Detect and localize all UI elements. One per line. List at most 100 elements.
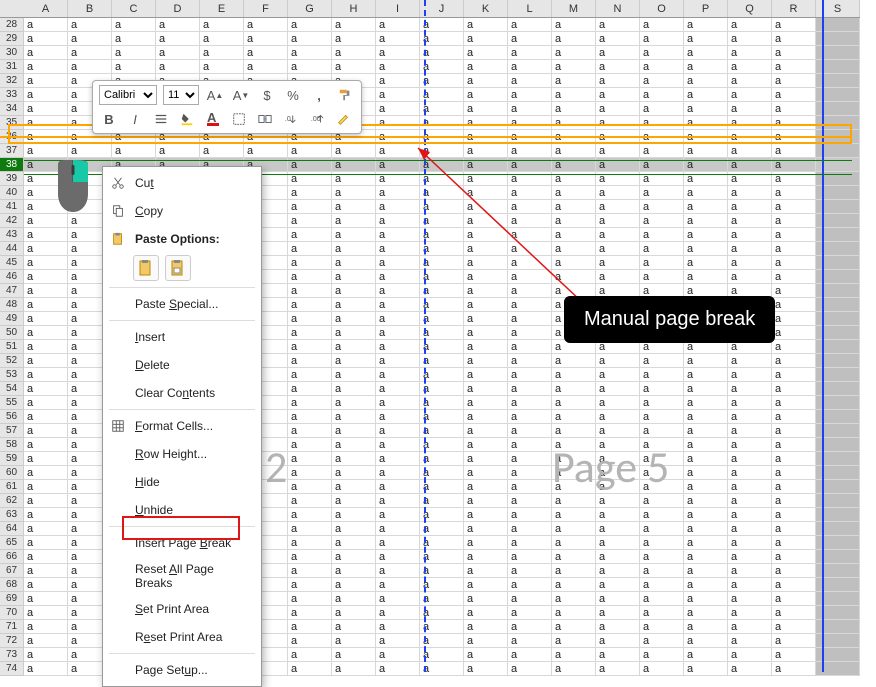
cell[interactable]: a (728, 410, 772, 424)
cell[interactable]: a (552, 256, 596, 270)
cell[interactable]: a (552, 634, 596, 648)
row-header[interactable]: 45 (0, 256, 24, 270)
cell[interactable]: a (552, 382, 596, 396)
cell[interactable]: a (772, 74, 816, 88)
cell[interactable]: a (596, 564, 640, 578)
cell[interactable]: a (376, 284, 420, 298)
cell[interactable]: a (596, 74, 640, 88)
cell[interactable]: a (112, 46, 156, 60)
cell[interactable]: a (332, 396, 376, 410)
cell[interactable]: a (508, 312, 552, 326)
cell[interactable]: a (728, 256, 772, 270)
cell[interactable]: a (376, 648, 420, 662)
cell[interactable]: a (376, 662, 420, 676)
row-header[interactable]: 50 (0, 326, 24, 340)
cell[interactable]: a (288, 634, 332, 648)
cell[interactable]: a (728, 270, 772, 284)
ctx-insert-page-break[interactable]: Insert Page Break (103, 529, 261, 557)
cell[interactable]: a (420, 634, 464, 648)
cell[interactable]: a (728, 522, 772, 536)
cell[interactable]: a (420, 102, 464, 116)
cell[interactable]: a (552, 578, 596, 592)
cell[interactable]: a (684, 592, 728, 606)
cell[interactable]: a (464, 536, 508, 550)
cell[interactable]: a (728, 480, 772, 494)
cell[interactable] (816, 354, 860, 368)
row-header[interactable]: 65 (0, 536, 24, 550)
cell[interactable]: a (508, 242, 552, 256)
cell[interactable]: a (508, 102, 552, 116)
cell[interactable]: a (420, 368, 464, 382)
cell[interactable] (816, 564, 860, 578)
cell[interactable]: a (464, 620, 508, 634)
cell[interactable]: a (640, 592, 684, 606)
cell[interactable]: a (640, 662, 684, 676)
cell[interactable]: a (420, 32, 464, 46)
bold-icon[interactable]: B (99, 109, 119, 129)
cell[interactable]: a (684, 382, 728, 396)
cell[interactable]: a (640, 18, 684, 32)
column-header[interactable]: S (816, 0, 860, 17)
cell[interactable]: a (728, 648, 772, 662)
cell[interactable] (816, 298, 860, 312)
cell[interactable]: a (728, 564, 772, 578)
cell[interactable]: a (552, 116, 596, 130)
cell[interactable]: a (332, 144, 376, 158)
row-header[interactable]: 53 (0, 368, 24, 382)
cell[interactable]: a (772, 46, 816, 60)
row-header[interactable]: 64 (0, 522, 24, 536)
cell[interactable]: a (24, 494, 68, 508)
cell[interactable] (816, 648, 860, 662)
cell[interactable]: a (640, 256, 684, 270)
cell[interactable]: a (376, 298, 420, 312)
cell[interactable]: a (420, 172, 464, 186)
cell[interactable]: a (464, 200, 508, 214)
row-header[interactable]: 67 (0, 564, 24, 578)
cell[interactable]: a (508, 606, 552, 620)
cell[interactable]: a (596, 256, 640, 270)
cell[interactable]: a (728, 466, 772, 480)
cell[interactable]: a (420, 256, 464, 270)
cell[interactable]: a (596, 60, 640, 74)
cell[interactable]: a (684, 564, 728, 578)
merge-icon[interactable] (255, 109, 275, 129)
cell[interactable]: a (376, 396, 420, 410)
cell[interactable]: a (596, 32, 640, 46)
cell[interactable]: a (684, 452, 728, 466)
ctx-hide[interactable]: Hide (103, 468, 261, 496)
cell[interactable]: a (24, 144, 68, 158)
cell[interactable]: a (376, 214, 420, 228)
ctx-format-cells[interactable]: Format Cells... (103, 412, 261, 440)
cell[interactable]: a (420, 116, 464, 130)
cell[interactable]: a (552, 606, 596, 620)
cell[interactable]: a (508, 46, 552, 60)
cell[interactable]: a (640, 410, 684, 424)
cell[interactable]: a (288, 424, 332, 438)
cell[interactable]: a (464, 550, 508, 564)
cell[interactable]: a (508, 382, 552, 396)
cell[interactable]: a (420, 578, 464, 592)
cell[interactable]: a (24, 438, 68, 452)
cell[interactable]: a (552, 228, 596, 242)
cell[interactable]: a (728, 200, 772, 214)
cell[interactable]: a (728, 242, 772, 256)
cell[interactable]: a (332, 410, 376, 424)
cell[interactable]: a (684, 522, 728, 536)
row-header[interactable]: 71 (0, 620, 24, 634)
cell[interactable]: a (24, 564, 68, 578)
cell[interactable]: a (596, 368, 640, 382)
cell[interactable] (816, 368, 860, 382)
cell[interactable]: a (728, 60, 772, 74)
cell[interactable] (816, 326, 860, 340)
cell[interactable]: a (596, 438, 640, 452)
column-header[interactable]: K (464, 0, 508, 17)
column-header[interactable]: G (288, 0, 332, 17)
cell[interactable]: a (640, 186, 684, 200)
cell[interactable]: a (68, 144, 112, 158)
cell[interactable]: a (376, 578, 420, 592)
cell[interactable]: a (772, 592, 816, 606)
cell[interactable]: a (420, 662, 464, 676)
cell[interactable]: a (552, 564, 596, 578)
cell[interactable]: a (596, 144, 640, 158)
column-header[interactable]: N (596, 0, 640, 17)
